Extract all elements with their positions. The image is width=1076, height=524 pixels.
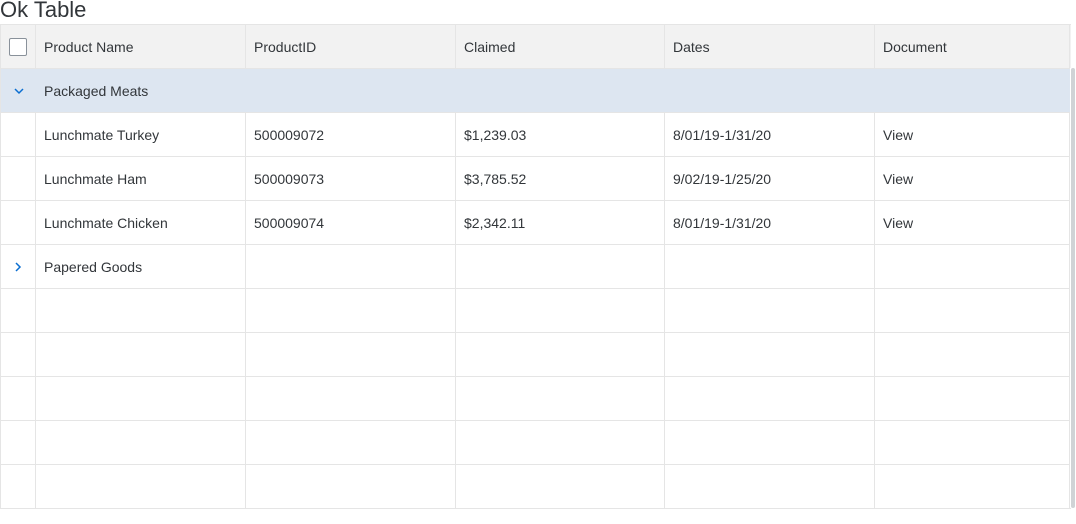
scrollbar-thumb[interactable]	[1071, 68, 1075, 508]
empty-cell	[456, 289, 665, 332]
empty-row	[1, 377, 1071, 421]
select-all-cell[interactable]	[1, 25, 36, 68]
empty-cell	[665, 465, 875, 508]
table-row[interactable]: Lunchmate Ham 500009073 $3,785.52 9/02/1…	[1, 157, 1071, 201]
claimed-cell: $3,785.52	[456, 157, 665, 200]
empty-cell	[36, 377, 246, 420]
empty-cell	[875, 245, 1070, 288]
row-selector[interactable]	[1, 113, 36, 156]
empty-cell	[36, 465, 246, 508]
empty-cell	[665, 421, 875, 464]
empty-cell	[665, 289, 875, 332]
empty-cell	[36, 333, 246, 376]
dates-cell: 8/01/19-1/31/20	[665, 201, 875, 244]
empty-cell	[246, 245, 456, 288]
document-link[interactable]: View	[875, 201, 1070, 244]
document-link[interactable]: View	[875, 157, 1070, 200]
empty-cell	[875, 333, 1070, 376]
empty-cell	[875, 377, 1070, 420]
empty-cell	[665, 333, 875, 376]
empty-cell	[875, 421, 1070, 464]
empty-cell	[875, 465, 1070, 508]
data-table: Product Name ProductID Claimed Dates Doc…	[0, 24, 1071, 509]
dates-cell: 8/01/19-1/31/20	[665, 113, 875, 156]
empty-cell	[875, 289, 1070, 332]
row-selector[interactable]	[1, 157, 36, 200]
empty-cell	[36, 289, 246, 332]
empty-row	[1, 465, 1071, 509]
select-all-checkbox[interactable]	[9, 37, 27, 56]
column-header-document[interactable]: Document	[875, 25, 1070, 68]
table-row[interactable]: Lunchmate Chicken 500009074 $2,342.11 8/…	[1, 201, 1071, 245]
empty-cell	[456, 465, 665, 508]
product-name-cell: Lunchmate Turkey	[36, 113, 246, 156]
empty-cell	[456, 421, 665, 464]
claimed-cell: $1,239.03	[456, 113, 665, 156]
group-row-packaged-meats[interactable]: Packaged Meats	[1, 69, 1071, 113]
empty-cell	[1, 289, 36, 332]
product-id-cell: 500009074	[246, 201, 456, 244]
table-row[interactable]: Lunchmate Turkey 500009072 $1,239.03 8/0…	[1, 113, 1071, 157]
empty-cell	[456, 245, 665, 288]
empty-cell	[246, 289, 456, 332]
column-header-product-name[interactable]: Product Name	[36, 25, 246, 68]
group-label: Packaged Meats	[44, 82, 149, 99]
empty-cell	[1, 421, 36, 464]
empty-cell	[1, 377, 36, 420]
product-name-cell: Lunchmate Chicken	[36, 201, 246, 244]
table-header-row: Product Name ProductID Claimed Dates Doc…	[1, 24, 1071, 69]
product-id-cell: 500009073	[246, 157, 456, 200]
group-label: Papered Goods	[36, 245, 246, 288]
empty-cell	[246, 465, 456, 508]
empty-cell	[1, 465, 36, 508]
group-row-papered-goods[interactable]: Papered Goods	[1, 245, 1071, 289]
empty-cell	[456, 333, 665, 376]
empty-cell	[665, 377, 875, 420]
product-id-cell: 500009072	[246, 113, 456, 156]
row-selector[interactable]	[1, 201, 36, 244]
vertical-scrollbar[interactable]	[1070, 68, 1076, 508]
empty-cell	[246, 377, 456, 420]
empty-cell	[36, 421, 246, 464]
product-name-cell: Lunchmate Ham	[36, 157, 246, 200]
page-title: Ok Table	[0, 0, 87, 22]
empty-row	[1, 421, 1071, 465]
empty-cell	[246, 333, 456, 376]
claimed-cell: $2,342.11	[456, 201, 665, 244]
chevron-right-icon[interactable]	[1, 245, 36, 288]
empty-row	[1, 289, 1071, 333]
empty-cell	[665, 245, 875, 288]
empty-cell	[246, 421, 456, 464]
empty-cell	[1, 333, 36, 376]
dates-cell: 9/02/19-1/25/20	[665, 157, 875, 200]
empty-cell	[456, 377, 665, 420]
column-header-product-id[interactable]: ProductID	[246, 25, 456, 68]
document-link[interactable]: View	[875, 113, 1070, 156]
column-header-dates[interactable]: Dates	[665, 25, 875, 68]
chevron-down-icon[interactable]	[1, 85, 36, 97]
column-header-claimed[interactable]: Claimed	[456, 25, 665, 68]
empty-row	[1, 333, 1071, 377]
